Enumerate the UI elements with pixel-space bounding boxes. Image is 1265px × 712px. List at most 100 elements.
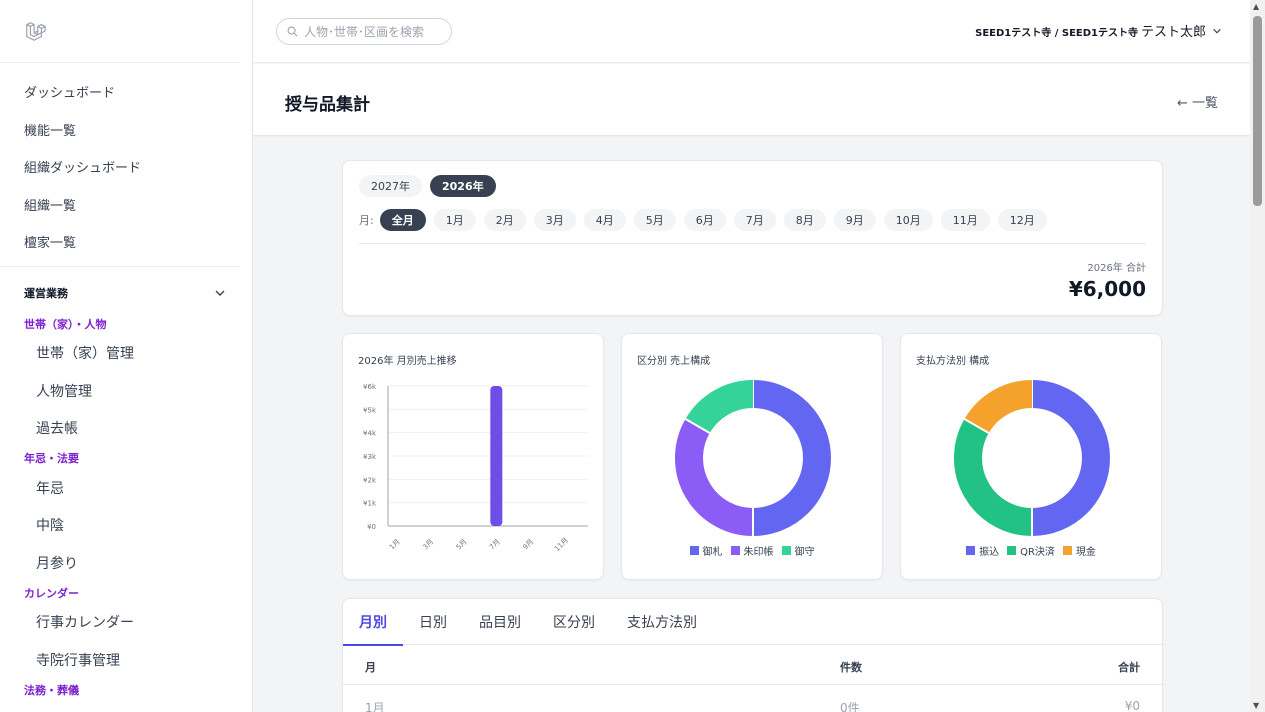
chart-legend: 振込 QR決済 現金 — [901, 543, 1161, 558]
tab-品目別[interactable]: 品目別 — [479, 599, 537, 645]
month-pill[interactable]: 12月 — [997, 209, 1047, 231]
y-tick-label: ¥1k — [363, 500, 377, 508]
sidebar-divider — [0, 265, 240, 267]
donut-slice-御守 — [685, 380, 754, 434]
x-tick-label: 11月 — [553, 536, 570, 553]
legend-item[interactable]: 朱印帳 — [730, 543, 774, 558]
filter-divider — [359, 243, 1146, 244]
legend-item[interactable]: QR決済 — [1007, 543, 1055, 558]
summary-table-card: 月別 日別 品目別 区分別 支払方法別 月 件数 合計 1月 0件 ¥0 — [342, 598, 1163, 712]
x-tick-label: 7月 — [488, 538, 502, 552]
legend-item[interactable]: 振込 — [966, 543, 999, 558]
y-tick-label: ¥5k — [363, 406, 377, 414]
sidebar-group-operations[interactable]: 運営業務 — [0, 273, 252, 313]
page-header: 授与品集計 ← 一覧 — [253, 64, 1250, 136]
legend-label: 御守 — [794, 547, 815, 558]
year-pill[interactable]: 2026年 — [430, 175, 496, 197]
scroll-down-icon[interactable]: ▼ — [1253, 701, 1259, 710]
donut-slice-御札 — [752, 380, 831, 536]
app-logo[interactable] — [0, 0, 240, 63]
total-label: 2026年 合計 — [1087, 263, 1146, 274]
legend-label: 振込 — [979, 547, 1000, 558]
chevron-down-icon — [215, 290, 225, 296]
x-tick-label: 3月 — [421, 538, 435, 552]
payment-method-chart-card: 支払方法別 構成 振込 QR決済 現金 — [900, 333, 1162, 580]
legend-label: QR決済 — [1020, 547, 1055, 558]
legend-item[interactable]: 御札 — [689, 543, 723, 558]
sidebar-item-1[interactable]: 機能一覧 — [0, 111, 252, 149]
category-donut-chart — [675, 380, 831, 536]
y-tick-label: ¥3k — [363, 453, 377, 461]
search-icon — [287, 26, 298, 37]
sidebar-section-title: 法務・葬儀 — [24, 683, 79, 697]
sidebar-subitem[interactable]: 中陰 — [0, 507, 252, 545]
legend-swatch — [1007, 546, 1017, 555]
column-header-month: 月 — [365, 661, 376, 674]
legend-swatch — [730, 546, 740, 555]
legend-label: 御札 — [702, 547, 723, 558]
category-sales-chart-card: 区分別 売上構成 御札 朱印帳 御守 — [621, 333, 883, 580]
tab-支払方法別[interactable]: 支払方法別 — [627, 599, 713, 645]
back-to-list-link[interactable]: ← 一覧 — [1177, 92, 1218, 111]
sidebar-subitem[interactable]: 年忌 — [0, 469, 252, 507]
month-pill[interactable]: 3月 — [533, 209, 576, 231]
year-pill[interactable]: 2027年 — [359, 175, 422, 197]
sidebar-subitem[interactable]: 過去帳 — [0, 410, 252, 448]
legend-item[interactable]: 御守 — [781, 543, 815, 558]
sidebar-subitem[interactable]: 行事カレンダー — [0, 604, 252, 642]
user-name: テスト太郎 — [1140, 25, 1206, 40]
y-tick-label: ¥2k — [363, 476, 377, 484]
month-pill[interactable]: 2月 — [483, 209, 526, 231]
scroll-up-icon[interactable]: ▲ — [1253, 2, 1259, 11]
table-header: 月 件数 合計 — [343, 645, 1162, 685]
month-pill[interactable]: 9月 — [833, 209, 876, 231]
column-header-count: 件数 — [840, 661, 862, 674]
legend-swatch — [966, 546, 976, 555]
month-pill[interactable]: 5月 — [633, 209, 676, 231]
legend-label: 朱印帳 — [743, 547, 774, 558]
search-input[interactable]: 人物･世帯･区画を検索 — [276, 18, 452, 45]
legend-item[interactable]: 現金 — [1062, 543, 1096, 558]
sidebar-subitem[interactable]: 月参り — [0, 544, 252, 582]
month-pill[interactable]: 4月 — [583, 209, 626, 231]
month-pill[interactable]: 1月 — [433, 209, 476, 231]
topbar: 人物･世帯･区画を検索 SEED1テスト寺 / SEED1テスト寺 テスト太郎 — [253, 0, 1250, 63]
cell-count: 0件 — [840, 701, 860, 712]
sidebar-item-3[interactable]: 組織一覧 — [0, 186, 252, 224]
filter-card: 2027年 2026年 月: 全月 1月 2月 3月 4月 5月 6月 7月 8月 9月 10月 11月… — [342, 160, 1163, 316]
tab-区分別[interactable]: 区分別 — [553, 599, 611, 645]
chart-title: 支払方法別 構成 — [916, 356, 990, 367]
sidebar-subitem[interactable]: 寺院行事管理 — [0, 641, 252, 679]
tab-月別[interactable]: 月別 — [343, 599, 403, 646]
chart-legend: 御札 朱印帳 御守 — [622, 543, 882, 558]
sidebar-subitem[interactable]: 人物管理 — [0, 372, 252, 410]
donut-slice-振込 — [1031, 380, 1110, 536]
month-pill[interactable]: 全月 — [379, 209, 426, 231]
sidebar: ダッシュボード 機能一覧 組織ダッシュボード 組織一覧 檀家一覧 運営業務 世帯（家）・… — [0, 0, 253, 712]
monthly-sales-chart-card: 2026年 月別売上推移 ¥0 ¥1k ¥2k ¥3k ¥4k ¥5k ¥6k 1月 3月 5月 7… — [342, 333, 604, 580]
month-pill[interactable]: 11月 — [940, 209, 990, 231]
search-placeholder: 人物･世帯･区画を検索 — [304, 25, 425, 39]
sidebar-subitem[interactable]: 世帯（家）管理 — [0, 335, 252, 373]
cell-total: ¥0 — [1124, 699, 1140, 712]
sidebar-item-0[interactable]: ダッシュボード — [0, 73, 252, 111]
user-menu[interactable]: テスト太郎 — [1141, 21, 1222, 40]
page-title: 授与品集計 — [285, 95, 370, 115]
tab-日別[interactable]: 日別 — [419, 599, 463, 645]
legend-swatch — [1062, 546, 1072, 555]
x-tick-label: 1月 — [388, 538, 402, 552]
page-scrollbar[interactable]: ▲ ▼ — [1250, 0, 1265, 712]
donut-slice-QR決済 — [954, 419, 1033, 536]
bar-7月 — [490, 386, 503, 526]
month-pill[interactable]: 7月 — [733, 209, 776, 231]
chart-title: 2026年 月別売上推移 — [358, 356, 457, 367]
sidebar-item-2[interactable]: 組織ダッシュボード — [0, 148, 252, 186]
month-pill[interactable]: 10月 — [883, 209, 933, 231]
sidebar-item-4[interactable]: 檀家一覧 — [0, 223, 252, 261]
month-pill[interactable]: 8月 — [783, 209, 826, 231]
month-pill[interactable]: 6月 — [683, 209, 726, 231]
organization-name: SEED1テスト寺 / SEED1テスト寺 — [975, 28, 1138, 39]
y-tick-label: ¥0 — [367, 523, 376, 531]
legend-label: 現金 — [1075, 547, 1096, 558]
scrollbar-thumb[interactable] — [1253, 16, 1262, 206]
